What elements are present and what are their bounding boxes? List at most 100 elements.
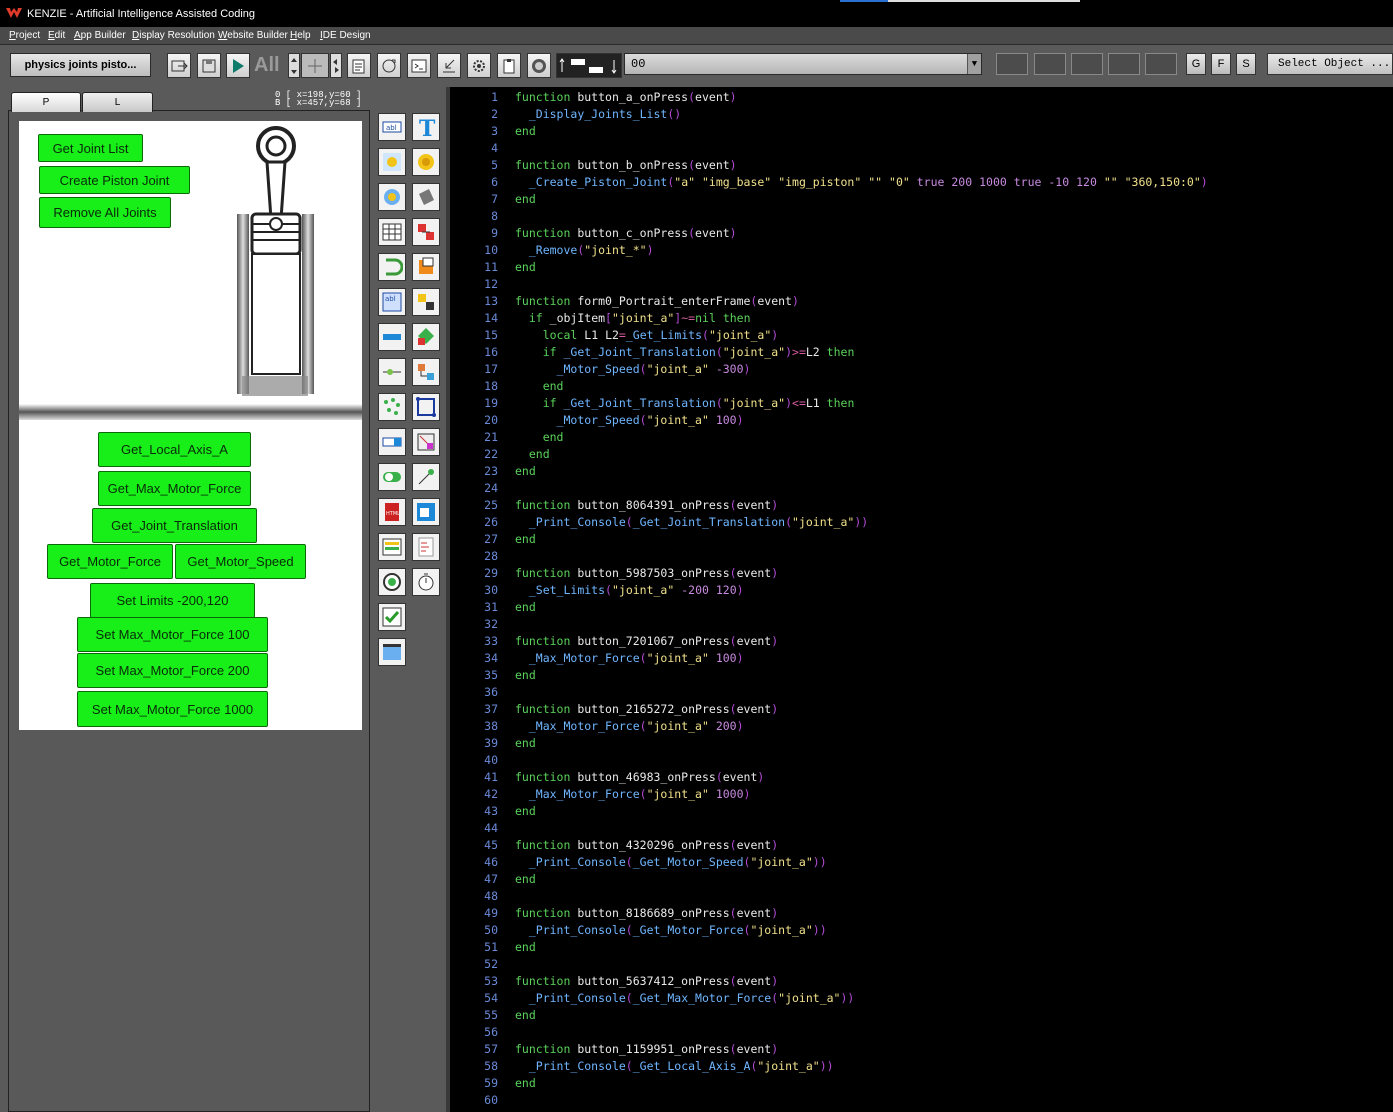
- s-button[interactable]: S: [1236, 53, 1256, 75]
- code-line[interactable]: 38 _Max_Motor_Force("joint_a",200): [450, 719, 1393, 736]
- code-line[interactable]: 12: [450, 277, 1393, 294]
- code-line[interactable]: 41 function button_46983_onPress(event): [450, 770, 1393, 787]
- f-button[interactable]: F: [1211, 53, 1231, 75]
- code-line[interactable]: 14 if _objItem["joint_a"]~=nil then: [450, 311, 1393, 328]
- code-line[interactable]: 54 _Print_Console(_Get_Max_Motor_Force("…: [450, 991, 1393, 1008]
- get-joint-list-button[interactable]: Get Joint List: [38, 134, 143, 162]
- code-line[interactable]: 39 end: [450, 736, 1393, 753]
- set-limits-button[interactable]: Set Limits -200,120: [90, 583, 255, 618]
- run-all-button[interactable]: All: [254, 53, 282, 78]
- code-line[interactable]: 3 end: [450, 124, 1393, 141]
- spinner-widget-button[interactable]: [378, 428, 406, 456]
- code-line[interactable]: 45 function button_4320296_onPress(event): [450, 838, 1393, 855]
- get-motor-speed-button[interactable]: Get_Motor_Speed: [175, 544, 306, 579]
- code-line[interactable]: 53 function button_5637412_onPress(event): [450, 974, 1393, 991]
- code-line[interactable]: 26 _Print_Console(_Get_Joint_Translation…: [450, 515, 1393, 532]
- code-editor[interactable]: 1 function button_a_onPress(event) 2 _Disp…: [450, 87, 1393, 1112]
- code-line[interactable]: 19 if _Get_Joint_Translation("joint_a")<…: [450, 396, 1393, 413]
- get-joint-translation-button[interactable]: Get_Joint_Translation: [92, 508, 257, 543]
- radio-widget-button[interactable]: [378, 568, 406, 596]
- code-line[interactable]: 28: [450, 549, 1393, 566]
- refresh-button[interactable]: [377, 53, 401, 78]
- shape-widget-button[interactable]: [412, 183, 440, 211]
- code-line[interactable]: 20 _Motor_Speed("joint_a",100): [450, 413, 1393, 430]
- code-line[interactable]: 27 end: [450, 532, 1393, 549]
- toolbar-slot-4[interactable]: [1108, 53, 1140, 75]
- code-line[interactable]: 47 end: [450, 872, 1393, 889]
- resize-widget-button[interactable]: [412, 393, 440, 421]
- code-line[interactable]: 52: [450, 957, 1393, 974]
- path-widget-button[interactable]: [412, 358, 440, 386]
- code-line[interactable]: 5 function button_b_onPress(event): [450, 158, 1393, 175]
- code-line[interactable]: 46 _Print_Console(_Get_Motor_Speed("join…: [450, 855, 1393, 872]
- code-line[interactable]: 44: [450, 821, 1393, 838]
- menu-ide-design[interactable]: IDE Design: [320, 30, 371, 41]
- code-line[interactable]: 51 end: [450, 940, 1393, 957]
- grid-widget-button[interactable]: [378, 218, 406, 246]
- panel-divider[interactable]: [19, 404, 362, 420]
- physics-button[interactable]: [467, 53, 491, 78]
- code-line[interactable]: 34 _Max_Motor_Force("joint_a",100): [450, 651, 1393, 668]
- webview-widget-button[interactable]: [412, 498, 440, 526]
- create-piston-joint-button[interactable]: Create Piston Joint: [39, 166, 190, 194]
- list-widget-button[interactable]: [378, 533, 406, 561]
- remove-all-joints-button[interactable]: Remove All Joints: [39, 197, 171, 228]
- code-line[interactable]: 24: [450, 481, 1393, 498]
- design-canvas-bottom[interactable]: Get_Local_Axis_A Get_Max_Motor_Force Get…: [19, 420, 362, 730]
- record-button[interactable]: [527, 53, 551, 78]
- select-object-dropdown[interactable]: Select Object ...: [1267, 53, 1393, 75]
- code-line[interactable]: 31 end: [450, 600, 1393, 617]
- display-combo[interactable]: 00 ▼: [624, 53, 982, 75]
- code-line[interactable]: 60: [450, 1093, 1393, 1110]
- get-local-axis-a-button[interactable]: Get_Local_Axis_A: [98, 432, 251, 467]
- textbox-widget-button[interactable]: abl: [378, 113, 406, 141]
- code-line[interactable]: 37 function button_2165272_onPress(event): [450, 702, 1393, 719]
- import-button[interactable]: [437, 53, 461, 78]
- set-max-motor-force-100-button[interactable]: Set Max_Motor_Force 100: [77, 617, 268, 652]
- code-line[interactable]: 49 function button_8186689_onPress(event): [450, 906, 1393, 923]
- code-line[interactable]: 50 _Print_Console(_Get_Motor_Force("join…: [450, 923, 1393, 940]
- code-line[interactable]: 10 _Remove("joint_*"): [450, 243, 1393, 260]
- code-line[interactable]: 1 function button_a_onPress(event): [450, 90, 1393, 107]
- sprite-widget-button[interactable]: [412, 148, 440, 176]
- image-widget-button[interactable]: [378, 148, 406, 176]
- mask-widget-button[interactable]: [412, 428, 440, 456]
- rotate-widget-button[interactable]: [412, 463, 440, 491]
- code-line[interactable]: 48: [450, 889, 1393, 906]
- code-line[interactable]: 29 function button_5987503_onPress(event): [450, 566, 1393, 583]
- code-line[interactable]: 11 end: [450, 260, 1393, 277]
- group-widget-button[interactable]: [412, 288, 440, 316]
- menu-edit[interactable]: Edit: [48, 30, 65, 41]
- code-line[interactable]: 57 function button_1159951_onPress(event): [450, 1042, 1393, 1059]
- save-button[interactable]: [197, 53, 221, 78]
- nudge-arrows[interactable]: [288, 53, 300, 78]
- code-line[interactable]: 30 _Set_Limits("joint_a",-200,120): [450, 583, 1393, 600]
- console-button[interactable]: [407, 53, 431, 78]
- get-max-motor-force-button[interactable]: Get_Max_Motor_Force: [98, 471, 251, 506]
- move-widget-button[interactable]: [412, 323, 440, 351]
- code-line[interactable]: 9 function button_c_onPress(event): [450, 226, 1393, 243]
- code-line[interactable]: 17 _Motor_Speed("joint_a",-300): [450, 362, 1393, 379]
- run-button[interactable]: [226, 53, 250, 78]
- code-line[interactable]: 7 end: [450, 192, 1393, 209]
- properties-button[interactable]: [347, 53, 371, 78]
- code-line[interactable]: 56: [450, 1025, 1393, 1042]
- code-line[interactable]: 2 _Display_Joints_List(): [450, 107, 1393, 124]
- chevron-down-icon[interactable]: ▼: [967, 54, 981, 74]
- menu-website-builder[interactable]: Website Builder: [218, 30, 288, 41]
- menu-project[interactable]: Project: [9, 30, 40, 41]
- code-line[interactable]: 25 function button_8064391_onPress(event): [450, 498, 1393, 515]
- switch-widget-button[interactable]: [378, 463, 406, 491]
- code-line[interactable]: 40: [450, 753, 1393, 770]
- code-line[interactable]: 32: [450, 617, 1393, 634]
- document-widget-button[interactable]: [412, 533, 440, 561]
- html-widget-button[interactable]: HTML: [378, 498, 406, 526]
- layout-toggle[interactable]: [556, 53, 622, 78]
- progress-widget-button[interactable]: [378, 253, 406, 281]
- tab-l[interactable]: L: [82, 92, 153, 112]
- design-canvas-top[interactable]: Get Joint List Create Piston Joint Remov…: [19, 121, 362, 404]
- code-line[interactable]: 58 _Print_Console(_Get_Local_Axis_A("joi…: [450, 1059, 1393, 1076]
- toolbar-slot-5[interactable]: [1145, 53, 1177, 75]
- textarea-widget-button[interactable]: abl: [378, 288, 406, 316]
- code-line[interactable]: 16 if _Get_Joint_Translation("joint_a")>…: [450, 345, 1393, 362]
